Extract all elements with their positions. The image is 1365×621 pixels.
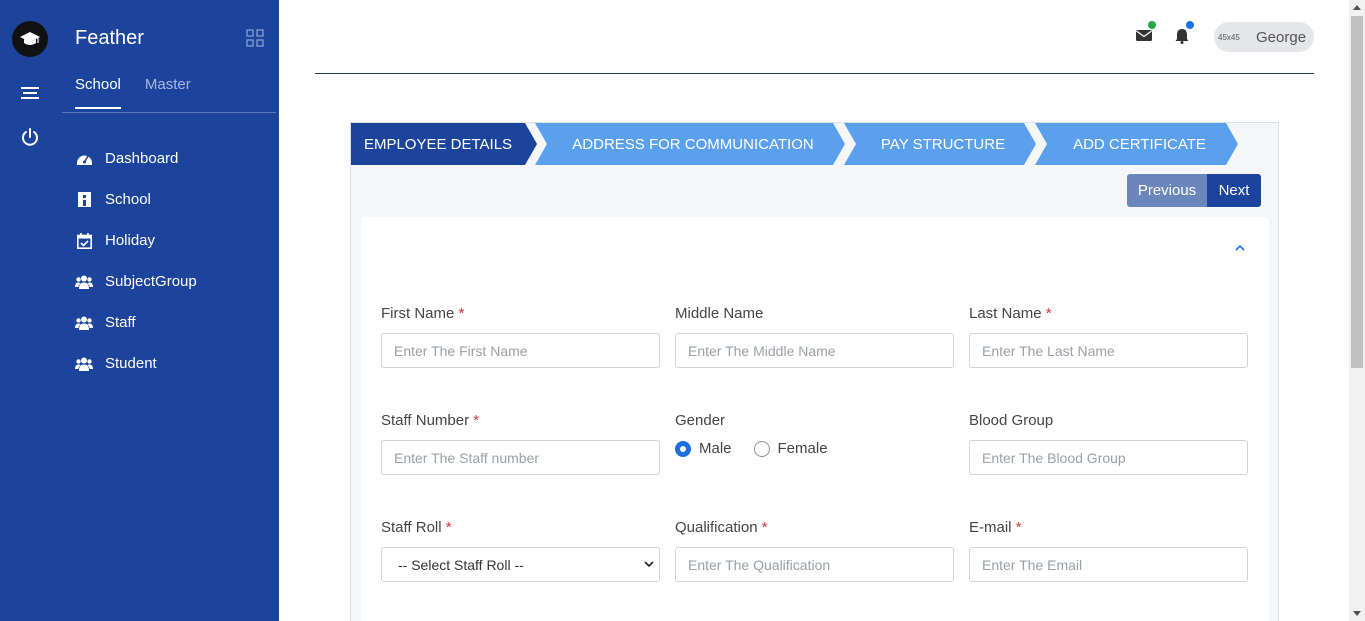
sidebar-item-label: SubjectGroup: [105, 273, 197, 290]
envelope-icon: [1136, 30, 1152, 41]
notifications-status-dot: [1186, 21, 1194, 29]
step-address-for-communication[interactable]: ADDRESS FOR COMMUNICATION: [535, 123, 845, 165]
blood-group-input[interactable]: [969, 440, 1248, 475]
scroll-up-arrow-icon[interactable]: [1353, 4, 1361, 12]
gender-male-radio[interactable]: Male: [675, 440, 732, 457]
messages-status-dot: [1148, 21, 1156, 29]
staff-roll-label: Staff Roll *: [381, 519, 452, 536]
logout-button[interactable]: [19, 126, 41, 148]
user-menu[interactable]: 45x45 George: [1214, 22, 1314, 52]
tabs-divider: [62, 112, 276, 113]
header-divider: [315, 73, 1314, 74]
staff-number-input[interactable]: [381, 440, 660, 475]
email-input[interactable]: [969, 547, 1248, 582]
email-group: E-mail *: [969, 519, 1248, 582]
next-button[interactable]: Next: [1207, 174, 1261, 207]
sidebar-item-label: Dashboard: [105, 150, 179, 167]
sidebar-tabs: School Master: [75, 76, 191, 109]
collapse-button[interactable]: [1233, 241, 1247, 255]
menu-toggle-button[interactable]: [19, 82, 41, 104]
menu-icon: [21, 87, 39, 99]
step-label: EMPLOYEE DETAILS: [363, 135, 513, 153]
employee-wizard-card: EMPLOYEE DETAILS ADDRESS FOR COMMUNICATI…: [350, 122, 1279, 621]
staff-number-label: Staff Number *: [381, 412, 480, 429]
radio-label: Male: [699, 440, 732, 457]
sidebar-item-dashboard[interactable]: Dashboard: [75, 138, 197, 179]
sidebar-item-label: Student: [105, 355, 157, 372]
qualification-group: Qualification *: [675, 519, 954, 582]
app-logo[interactable]: [12, 21, 48, 57]
middle-name-label: Middle Name: [675, 305, 764, 322]
first-name-group: First Name *: [381, 305, 660, 368]
sidebar-item-label: Staff: [105, 314, 136, 331]
wizard-steps: EMPLOYEE DETAILS ADDRESS FOR COMMUNICATI…: [351, 123, 1238, 165]
last-name-label: Last Name *: [969, 305, 1052, 322]
employee-details-form: First Name * Middle Name Last Name * Sta…: [361, 217, 1269, 621]
blood-group-label: Blood Group: [969, 412, 1054, 429]
sidebar-item-staff[interactable]: Staff: [75, 302, 197, 343]
radio-circle: [753, 440, 770, 457]
email-label: E-mail *: [969, 519, 1022, 536]
users-icon: [75, 355, 93, 373]
chevron-up-icon: [1235, 244, 1245, 251]
staff-roll-select[interactable]: -- Select Staff Roll --: [381, 547, 660, 582]
graduation-cap-icon: [20, 32, 40, 45]
step-label: ADD CERTIFICATE: [1073, 135, 1206, 153]
tab-master[interactable]: Master: [145, 76, 191, 109]
first-name-label: First Name *: [381, 305, 465, 322]
step-pay-structure[interactable]: PAY STRUCTURE: [844, 123, 1036, 165]
notifications-button[interactable]: [1175, 28, 1193, 46]
messages-button[interactable]: [1136, 28, 1154, 46]
dashboard-icon: [75, 150, 93, 168]
brand-name: Feather: [75, 27, 144, 49]
sidebar-item-holiday[interactable]: Holiday: [75, 220, 197, 261]
sidebar-item-label: Holiday: [105, 232, 156, 249]
sidebar-item-label: School: [105, 191, 151, 208]
avatar: 45x45: [1218, 32, 1240, 42]
grid-icon: [246, 29, 264, 47]
blood-group-group: Blood Group: [969, 412, 1248, 475]
grid-view-button[interactable]: [246, 29, 264, 47]
step-label: PAY STRUCTURE: [880, 135, 1006, 153]
user-name: George: [1256, 28, 1307, 46]
scroll-down-arrow-icon[interactable]: [1353, 609, 1361, 617]
radio-circle-checked: [675, 440, 691, 457]
sidebar-rail: [0, 0, 62, 621]
last-name-group: Last Name *: [969, 305, 1248, 368]
staff-roll-group: Staff Roll * -- Select Staff Roll --: [381, 519, 660, 582]
staff-number-group: Staff Number *: [381, 412, 660, 475]
middle-name-input[interactable]: [675, 333, 954, 368]
sidebar-menu: Dashboard School Holiday SubjectGroup St…: [75, 138, 197, 384]
middle-name-group: Middle Name: [675, 305, 954, 368]
page-scrollbar[interactable]: [1349, 0, 1365, 621]
sidebar-item-student[interactable]: Student: [75, 343, 197, 384]
last-name-input[interactable]: [969, 333, 1248, 368]
sidebar-item-school[interactable]: School: [75, 179, 197, 220]
bell-icon: [1175, 29, 1189, 44]
gender-female-radio[interactable]: Female: [753, 440, 828, 457]
sidebar-item-subjectgroup[interactable]: SubjectGroup: [75, 261, 197, 302]
previous-button[interactable]: Previous: [1127, 174, 1207, 207]
first-name-input[interactable]: [381, 333, 660, 368]
step-label: ADDRESS FOR COMMUNICATION: [572, 135, 814, 153]
step-add-certificate[interactable]: ADD CERTIFICATE: [1035, 123, 1238, 165]
school-icon: [75, 191, 93, 209]
step-employee-details[interactable]: EMPLOYEE DETAILS: [351, 123, 537, 165]
radio-label: Female: [777, 440, 828, 457]
gender-label: Gender: [675, 412, 726, 429]
scroll-thumb[interactable]: [1351, 16, 1363, 368]
qualification-label: Qualification *: [675, 519, 768, 536]
users-icon: [75, 314, 93, 332]
gender-group: Gender Male Female: [675, 412, 954, 457]
calendar-check-icon: [75, 232, 93, 250]
sidebar-panel: Feather School Master Dashboard School H…: [62, 0, 279, 621]
tab-school[interactable]: School: [75, 76, 121, 109]
qualification-input[interactable]: [675, 547, 954, 582]
users-icon: [75, 273, 93, 291]
power-icon: [22, 128, 38, 146]
